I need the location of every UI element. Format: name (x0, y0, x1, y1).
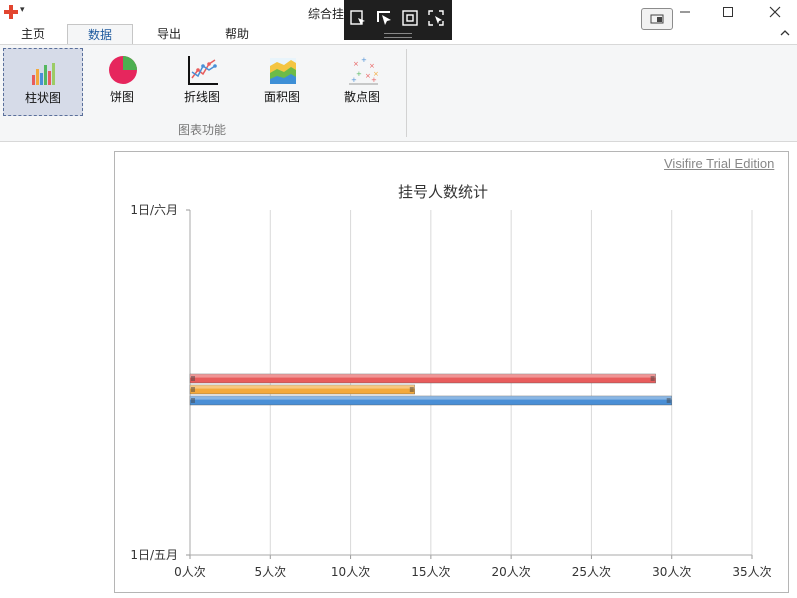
bar-end-marker (409, 387, 414, 392)
bar-start-marker (191, 376, 195, 381)
x-tick-label: 10人次 (331, 565, 370, 579)
bar-start-marker (191, 387, 195, 392)
x-tick-label: 0人次 (174, 565, 206, 579)
bar-end-marker (650, 376, 655, 381)
x-tick-label: 15人次 (411, 565, 450, 579)
x-tick-label: 35人次 (732, 565, 771, 579)
x-tick-label: 20人次 (492, 565, 531, 579)
x-tick-label: 30人次 (652, 565, 691, 579)
x-tick-label: 5人次 (254, 565, 286, 579)
bar-chart-plot: 0人次 5人次 10人次 15人次 20人次 25人次 30人次 35人次 1日/五月 1日/六月 (130, 203, 771, 579)
y-tick-label: 1日/六月 (130, 203, 178, 217)
x-tick-label: 25人次 (572, 565, 611, 579)
bar-start-marker (191, 398, 195, 403)
bar-highlight (190, 374, 656, 378)
y-tick-label: 1日/五月 (130, 548, 178, 562)
bar-end-marker (666, 398, 671, 403)
bar-highlight (190, 396, 672, 400)
bar-highlight (190, 385, 415, 389)
